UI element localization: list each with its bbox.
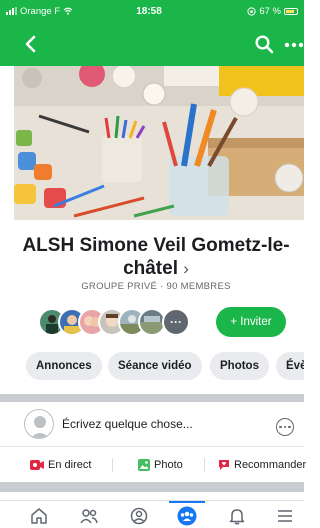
- battery-percent: 67 %: [259, 5, 281, 17]
- composer-actions: En direct Photo Recommander: [0, 446, 306, 483]
- group-name-text: ALSH Simone Veil Gometz-le-châtel: [22, 235, 290, 279]
- menu-icon[interactable]: [274, 505, 296, 527]
- cover-illustration: [14, 66, 304, 220]
- recommend-label: Recommander: [234, 459, 307, 471]
- my-avatar-placeholder: [24, 409, 54, 439]
- group-privacy-members[interactable]: GROUPE PRIVÉ · 90 MEMBRES: [14, 281, 298, 292]
- composer-placeholder[interactable]: Écrivez quelque chose...: [62, 417, 193, 431]
- photo-button[interactable]: Photo: [138, 447, 183, 483]
- wifi-icon: [63, 7, 73, 15]
- recommend-button[interactable]: Recommander: [218, 447, 306, 483]
- search-icon[interactable]: [254, 34, 274, 54]
- back-chevron-icon[interactable]: [22, 33, 40, 55]
- status-bar: Orange F 18:58 67 %: [0, 0, 304, 22]
- tab-evenements[interactable]: Évè: [276, 352, 304, 380]
- tab-annonces[interactable]: Annonces: [26, 352, 102, 380]
- groups-icon[interactable]: [176, 505, 198, 527]
- notifications-icon[interactable]: [226, 505, 248, 527]
- composer-options-icon[interactable]: [276, 418, 294, 436]
- active-tab-indicator: [169, 501, 205, 503]
- action-separator: [112, 458, 113, 472]
- more-members-icon[interactable]: ···: [162, 308, 190, 336]
- profile-icon[interactable]: [128, 505, 150, 527]
- status-time: 18:58: [136, 5, 162, 17]
- battery-icon: [284, 7, 298, 15]
- photo-label: Photo: [154, 459, 183, 471]
- status-right: 67 %: [188, 6, 298, 17]
- photo-icon: [138, 459, 150, 471]
- tab-photos[interactable]: Photos: [210, 352, 269, 380]
- carrier-label: Orange F: [20, 5, 61, 17]
- header-bar: [0, 22, 304, 66]
- friends-icon[interactable]: [78, 505, 100, 527]
- avatar-silhouette-icon: [30, 416, 50, 438]
- section-divider: [0, 394, 304, 402]
- section-divider: [0, 482, 304, 492]
- live-video-icon: [30, 460, 44, 470]
- group-name[interactable]: ALSH Simone Veil Gometz-le-châtel ›: [14, 234, 298, 280]
- live-video-label: En direct: [48, 459, 92, 471]
- invite-button[interactable]: + Inviter: [216, 307, 286, 337]
- live-video-button[interactable]: En direct: [30, 447, 91, 483]
- status-left: Orange F: [6, 6, 116, 17]
- group-name-chevron-icon: ›: [183, 259, 189, 278]
- group-cover-photo[interactable]: [14, 66, 304, 220]
- recommend-icon: [219, 460, 229, 470]
- signal-icon: [6, 7, 17, 15]
- action-separator: [204, 458, 205, 472]
- group-tabs-row: Annonces Séance vidéo Photos Évè: [0, 352, 304, 380]
- home-icon[interactable]: [28, 505, 50, 527]
- orientation-lock-icon: [247, 6, 256, 16]
- tab-seance-video[interactable]: Séance vidéo: [108, 352, 202, 380]
- bottom-tab-bar: [0, 500, 304, 528]
- post-composer[interactable]: Écrivez quelque chose...: [0, 404, 304, 446]
- more-horizontal-icon[interactable]: [284, 42, 304, 48]
